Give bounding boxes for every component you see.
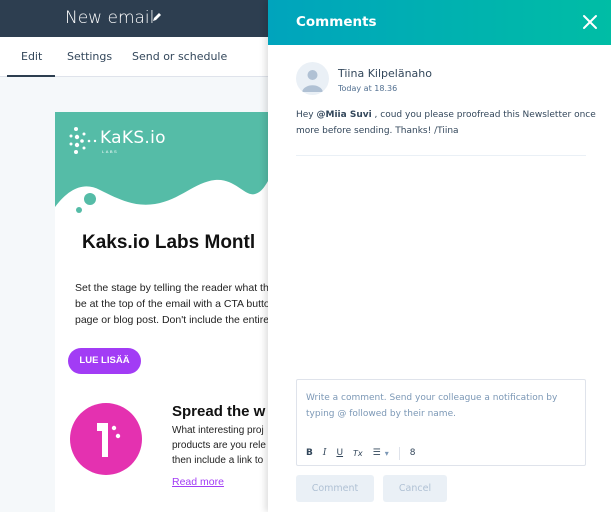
tab-edit[interactable]: Edit (6, 50, 56, 78)
cancel-button[interactable]: Cancel (383, 475, 447, 502)
app-root: New email Edit Settings Send or schedule (0, 0, 611, 512)
kaks-logo-icon (69, 127, 97, 154)
section-text: What interesting proj products are you r… (172, 423, 266, 468)
underline-icon[interactable]: U (336, 448, 343, 458)
section-line: products are you rele (172, 440, 266, 451)
tab-send-or-schedule[interactable]: Send or schedule (132, 50, 227, 63)
pencil-icon[interactable] (151, 11, 163, 23)
comment-timestamp: Today at 18.36 (338, 84, 398, 93)
email-hero-banner: KaKS.io LABS (55, 112, 270, 217)
close-icon[interactable] (581, 13, 599, 31)
number-one-icon (97, 423, 121, 457)
email-title: New email (65, 8, 155, 28)
editor-topbar: New email (0, 0, 270, 37)
chevron-down-icon[interactable]: ▾ (385, 449, 389, 458)
comment-button[interactable]: Comment (296, 475, 374, 502)
user-avatar-icon (302, 70, 323, 92)
intro-line: Set the stage by telling the reader what… (75, 282, 270, 294)
email-heading: Kaks.io Labs Montl (82, 232, 256, 253)
email-intro: Set the stage by telling the reader what… (75, 280, 270, 328)
section-heading: Spread the w (172, 403, 266, 420)
italic-icon[interactable]: I (323, 448, 327, 458)
intro-line: be at the top of the email with a CTA bu… (75, 298, 270, 310)
comment-input[interactable]: Write a comment. Send your colleague a n… (296, 379, 586, 466)
toolbar-separator (398, 446, 400, 460)
link-icon[interactable]: 8 (410, 448, 416, 458)
editor-tabs: Edit Settings Send or schedule (0, 37, 270, 78)
comments-panel-header: Comments (268, 0, 611, 45)
comment-text: Hey @Miia Suvi , coud you please proofre… (296, 107, 596, 139)
comment-placeholder[interactable]: Write a comment. Send your colleague a n… (306, 390, 576, 422)
formatting-toolbar: B I U Tx ☰ ▾ 8 (306, 446, 425, 460)
comment-divider (296, 155, 586, 156)
section-line: What interesting proj (172, 425, 264, 436)
bold-icon[interactable]: B (306, 448, 313, 458)
list-icon[interactable]: ☰ (373, 448, 381, 458)
tab-settings[interactable]: Settings (67, 50, 112, 63)
mention[interactable]: @Miia Suvi (317, 110, 372, 120)
read-more-link[interactable]: Read more (172, 476, 224, 488)
comment-text-prefix: Hey (296, 110, 317, 120)
logo-subtext: LABS (102, 149, 119, 154)
cta-button[interactable]: LUE LISÄÄ (68, 348, 141, 374)
email-preview[interactable]: KaKS.io LABS Kaks.io Labs Montl Set the … (55, 112, 270, 512)
comments-panel: Comments Tiina Kilpelänaho Today at 18.3… (268, 0, 611, 512)
number-one-badge (70, 403, 142, 475)
panel-title: Comments (296, 14, 377, 30)
clear-format-icon[interactable]: Tx (353, 449, 363, 458)
intro-line: page or blog post. Don't include the ent… (75, 314, 270, 326)
avatar (296, 62, 329, 95)
section-line: then include a link to (172, 455, 264, 466)
logo-text: KaKS.io (100, 128, 166, 148)
email-canvas: KaKS.io LABS Kaks.io Labs Montl Set the … (0, 77, 270, 512)
comment-author: Tiina Kilpelänaho (338, 67, 432, 80)
